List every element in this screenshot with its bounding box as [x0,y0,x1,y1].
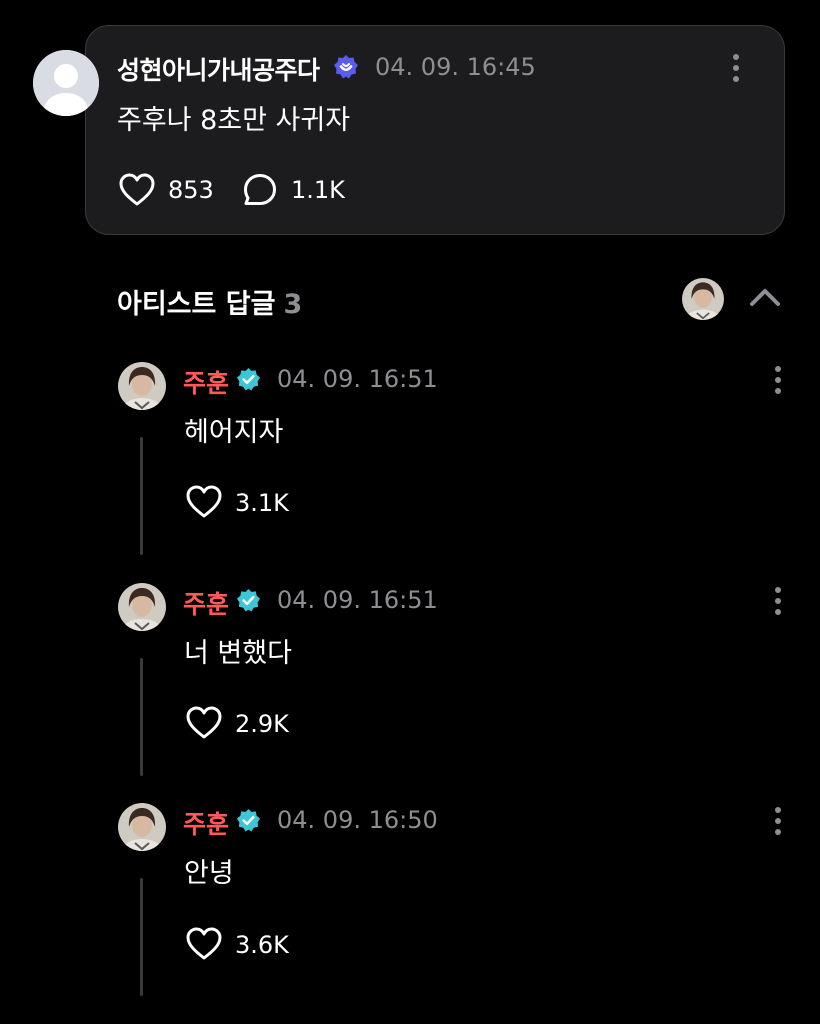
reply-like-count: 3.1K [235,489,289,517]
verified-badge-icon [236,808,261,832]
reply-timestamp: 04. 09. 16:51 [277,586,438,614]
reply-like-count: 2.9K [235,710,289,738]
post-timestamp: 04. 09. 16:45 [375,53,536,81]
reply-like-count: 3.6K [235,931,289,959]
reply-timestamp: 04. 09. 16:51 [277,365,438,393]
reply-more-icon[interactable] [773,586,783,616]
heart-icon[interactable] [185,484,223,520]
comment-bubble-icon[interactable] [242,172,278,208]
artist-replies-count: 3 [283,289,303,320]
reply-author-avatar[interactable] [118,583,166,631]
thread-line [140,878,143,996]
post-comment-count: 1.1K [291,176,345,204]
post-author-name[interactable]: 성현아니가내공주다 [117,51,320,87]
reply-timestamp: 04. 09. 16:50 [277,806,438,834]
comments-screen: 성현아니가내공주다 04. 09. 16:45 주후나 8초만 사귀자 853 … [0,0,820,1024]
reply-body-text: 헤어지자 [184,417,284,448]
chevron-up-icon[interactable] [747,285,783,309]
reply-body-text: 안녕 [184,858,234,889]
heart-icon[interactable] [118,172,156,208]
post-author-avatar[interactable] [33,50,99,116]
reply-more-icon[interactable] [773,365,783,395]
reply-more-icon[interactable] [773,806,783,836]
reply-author-name[interactable]: 주훈 [183,585,229,621]
heart-icon[interactable] [185,705,223,741]
reply-author-avatar[interactable] [118,803,166,851]
reply-body-text: 너 변했다 [184,638,292,669]
artist-replies-title: 아티스트 답글 [117,289,276,320]
verified-badge-icon [236,588,261,612]
artist-replies-header: 아티스트 답글 3 [117,282,302,321]
heart-icon[interactable] [185,926,223,962]
thread-line [140,437,143,555]
reply-author-name[interactable]: 주훈 [183,364,229,400]
reply-author-avatar[interactable] [118,362,166,410]
post-like-count: 853 [168,176,214,204]
artist-avatar[interactable] [682,278,724,320]
reply-author-name[interactable]: 주훈 [183,805,229,841]
thread-line [140,658,143,776]
verified-badge-icon [236,367,261,391]
post-more-icon[interactable] [731,53,741,83]
post-body-text: 주후나 8초만 사귀자 [117,105,351,136]
verified-badge-icon [334,55,358,79]
